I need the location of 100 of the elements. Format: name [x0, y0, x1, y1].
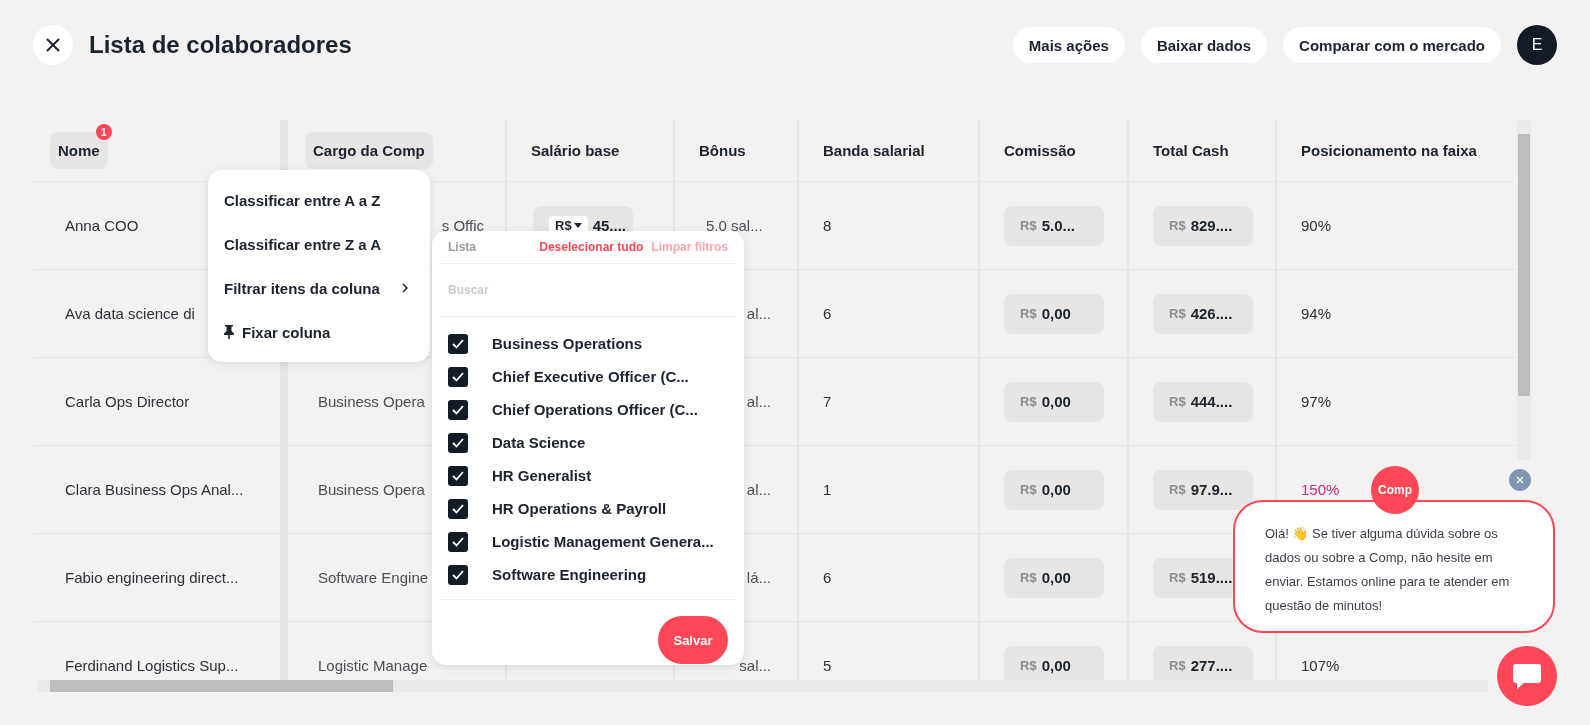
- table-cell: Carla Ops Director: [65, 393, 190, 410]
- table-cell: 8: [823, 217, 832, 234]
- check-icon: [452, 437, 464, 448]
- table-cell: Clara Business Ops Anal...: [65, 481, 244, 498]
- amount-value: 5.0...: [1041, 217, 1075, 234]
- currency-label: R$: [1020, 218, 1037, 233]
- filter-option[interactable]: HR Generalist: [448, 459, 736, 492]
- filter-option[interactable]: Chief Operations Officer (C...: [448, 393, 736, 426]
- checkbox[interactable]: [448, 531, 468, 552]
- chevron-right-icon: [401, 283, 408, 293]
- amount-value: 0,00: [1041, 569, 1071, 586]
- checkbox[interactable]: [448, 333, 468, 354]
- checkbox[interactable]: [448, 465, 468, 486]
- currency-label: R$: [1169, 394, 1186, 409]
- currency-label: R$: [1020, 394, 1037, 409]
- horizontal-scrollbar[interactable]: [38, 680, 1488, 692]
- column-header[interactable]: Banda salarial: [823, 132, 925, 169]
- column-header[interactable]: Comissão: [1004, 132, 1076, 169]
- filter-option[interactable]: Software Engineering: [448, 558, 736, 591]
- menu-item[interactable]: Fixar coluna: [208, 310, 430, 354]
- table-cell: al...: [746, 393, 771, 410]
- table-cell: 150%: [1301, 481, 1340, 498]
- table-cell: 1: [823, 481, 832, 498]
- table-cell: lá...: [746, 569, 771, 586]
- amount-value: 0,00: [1041, 481, 1071, 498]
- close-icon: [45, 37, 61, 53]
- page-title: Lista de colaboradores: [89, 31, 353, 59]
- currency-label: R$: [1169, 306, 1186, 321]
- chat-avatar: Comp: [1371, 466, 1419, 514]
- caret-icon: [573, 223, 582, 228]
- table-cell: 5: [823, 657, 832, 674]
- option-label: Chief Executive Officer (C...: [492, 368, 689, 385]
- checkbox[interactable]: [448, 432, 468, 453]
- check-icon: [452, 338, 464, 349]
- option-label: Software Engineering: [492, 566, 647, 583]
- check-icon: [452, 371, 464, 382]
- action-button[interactable]: Comparar com o mercado: [1283, 27, 1501, 63]
- column-header[interactable]: Salário base: [531, 132, 620, 169]
- currency-label: R$: [1020, 306, 1037, 321]
- check-icon: [452, 470, 464, 481]
- table-cell: sal...: [739, 657, 771, 674]
- column-header[interactable]: Bônus: [699, 132, 746, 169]
- option-label: Data Science: [492, 434, 586, 451]
- currency-label: R$: [1020, 570, 1037, 585]
- vertical-scrollbar[interactable]: [1517, 120, 1531, 460]
- check-icon: [452, 404, 464, 415]
- action-button[interactable]: Mais ações: [1012, 27, 1125, 63]
- table-cell: Software Engine: [318, 569, 429, 586]
- filter-option[interactable]: Data Science: [448, 426, 736, 459]
- currency-label: R$: [1169, 218, 1186, 233]
- option-label: Chief Operations Officer (C...: [492, 401, 698, 418]
- table-cell: al...: [746, 305, 771, 322]
- amount-value: 519....: [1190, 569, 1233, 586]
- filter-option[interactable]: Logistic Management Genera...: [448, 525, 736, 558]
- table-cell: 107%: [1301, 657, 1340, 674]
- table-cell: Fabio engineering direct...: [65, 569, 239, 586]
- table-cell: 5.0 sal...: [706, 217, 763, 234]
- menu-item[interactable]: Filtrar itens da coluna: [208, 266, 430, 310]
- chat-icon: [1512, 662, 1542, 690]
- amount-value: 0,00: [1041, 657, 1071, 674]
- menu-item[interactable]: Classificar entre Z a A: [208, 222, 430, 266]
- column-header[interactable]: Total Cash: [1153, 132, 1229, 169]
- close-button[interactable]: [33, 25, 73, 65]
- option-label: HR Operations & Payroll: [492, 500, 667, 517]
- checkbox[interactable]: [448, 399, 468, 420]
- pin-icon: [224, 325, 234, 339]
- column-header[interactable]: Posicionamento na faixa: [1301, 132, 1477, 169]
- table-cell: 90%: [1301, 217, 1332, 234]
- currency-label: R$: [1020, 482, 1037, 497]
- table-cell: Ava data science di: [65, 305, 195, 322]
- filter-option[interactable]: HR Operations & Payroll: [448, 492, 736, 525]
- amount-value: 45....: [592, 217, 626, 234]
- currency-label: R$: [1020, 658, 1037, 673]
- table-cell: Business Opera: [318, 393, 425, 410]
- currency-label: R$: [1169, 658, 1186, 673]
- table-cell: Logistic Manage: [318, 657, 428, 674]
- table-cell: s Offic: [441, 217, 484, 234]
- checkbox[interactable]: [448, 498, 468, 519]
- check-icon: [452, 503, 464, 514]
- amount-value: 97.9...: [1190, 481, 1233, 498]
- action-button[interactable]: Baixar dados: [1140, 27, 1268, 63]
- table-cell: 7: [823, 393, 832, 410]
- currency-label: R$: [1169, 570, 1186, 585]
- amount-value: 0,00: [1041, 393, 1071, 410]
- filter-count-badge: 1: [95, 124, 112, 140]
- table-cell: al...: [746, 481, 771, 498]
- column-header[interactable]: Cargo da Comp: [305, 132, 433, 169]
- checkbox[interactable]: [448, 366, 468, 387]
- close-icon: [1516, 476, 1524, 484]
- chat-launcher-button[interactable]: [1497, 646, 1557, 706]
- check-icon: [452, 536, 464, 547]
- user-avatar[interactable]: E: [1517, 25, 1557, 65]
- chat-message: Olá! 👋 Se tiver alguma dúvida sobre os dados ou sobre a Comp, não hesite em enviar. Estamos online para te atender em questão de minutos!: [1265, 525, 1511, 615]
- checkbox[interactable]: [448, 564, 468, 585]
- table-cell: Anna COO: [65, 217, 139, 234]
- filter-option[interactable]: Business Operations: [448, 327, 736, 360]
- option-label: Logistic Management Genera...: [492, 533, 714, 550]
- table-cell: 6: [823, 305, 832, 322]
- filter-option[interactable]: Chief Executive Officer (C...: [448, 360, 736, 393]
- menu-item[interactable]: Classificar entre A a Z: [208, 178, 430, 222]
